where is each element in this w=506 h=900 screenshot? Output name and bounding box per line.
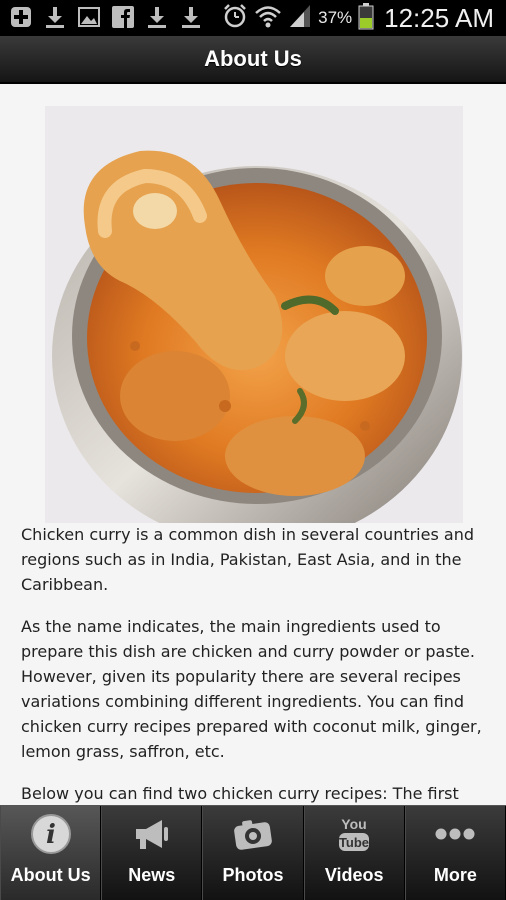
- battery-icon: [358, 2, 374, 34]
- status-bar: 37% 12:25 AM: [0, 0, 506, 36]
- tab-label: About Us: [10, 865, 91, 885]
- facebook-icon: [110, 4, 136, 30]
- bottom-tab-bar: i About Us News Photos You Tube Videos Mo…: [0, 805, 506, 900]
- clock: 12:25 AM: [384, 2, 494, 33]
- system-status: 37% 12:25 AM: [222, 2, 494, 34]
- download-icon: [144, 4, 170, 30]
- battery-percent: 37%: [318, 8, 353, 27]
- megaphone-icon: [129, 811, 175, 857]
- alarm-icon: [222, 3, 248, 33]
- download-icon: [42, 4, 68, 30]
- camera-icon: [230, 811, 276, 857]
- info-icon: i: [28, 811, 74, 857]
- article-paragraph: Chicken curry is a common dish in severa…: [21, 525, 474, 594]
- page-title: About Us: [204, 46, 302, 71]
- svg-text:You: You: [342, 816, 367, 832]
- content-area[interactable]: Chicken curry is a common dish in severa…: [0, 86, 506, 806]
- add-icon: [8, 4, 34, 30]
- tab-about-us[interactable]: i About Us: [0, 806, 102, 900]
- title-bar: About Us: [0, 36, 506, 84]
- article-paragraph: As the name indicates, the main ingredie…: [21, 617, 482, 761]
- tab-label: Photos: [222, 865, 284, 885]
- tab-photos[interactable]: Photos: [202, 806, 304, 900]
- wifi-icon: [254, 3, 282, 33]
- tab-videos[interactable]: You Tube Videos: [303, 806, 405, 900]
- youtube-icon: You Tube: [331, 811, 377, 857]
- tab-label: More: [433, 865, 477, 885]
- tab-more[interactable]: More: [404, 806, 506, 900]
- article-paragraph: Below you can find two chicken curry rec…: [21, 784, 459, 803]
- svg-text:Tube: Tube: [339, 835, 369, 850]
- download-icon: [178, 4, 204, 30]
- tab-label: News: [128, 865, 176, 885]
- tab-news[interactable]: News: [101, 806, 203, 900]
- image-icon: [76, 4, 102, 30]
- notification-icons: [8, 4, 204, 30]
- svg-text:i: i: [46, 820, 56, 850]
- tab-label: Videos: [324, 865, 384, 885]
- chicken-curry-photo: [45, 106, 463, 523]
- article-text: Chicken curry is a common dish in severa…: [21, 522, 487, 806]
- signal-icon: [288, 3, 312, 33]
- more-icon: [432, 811, 478, 857]
